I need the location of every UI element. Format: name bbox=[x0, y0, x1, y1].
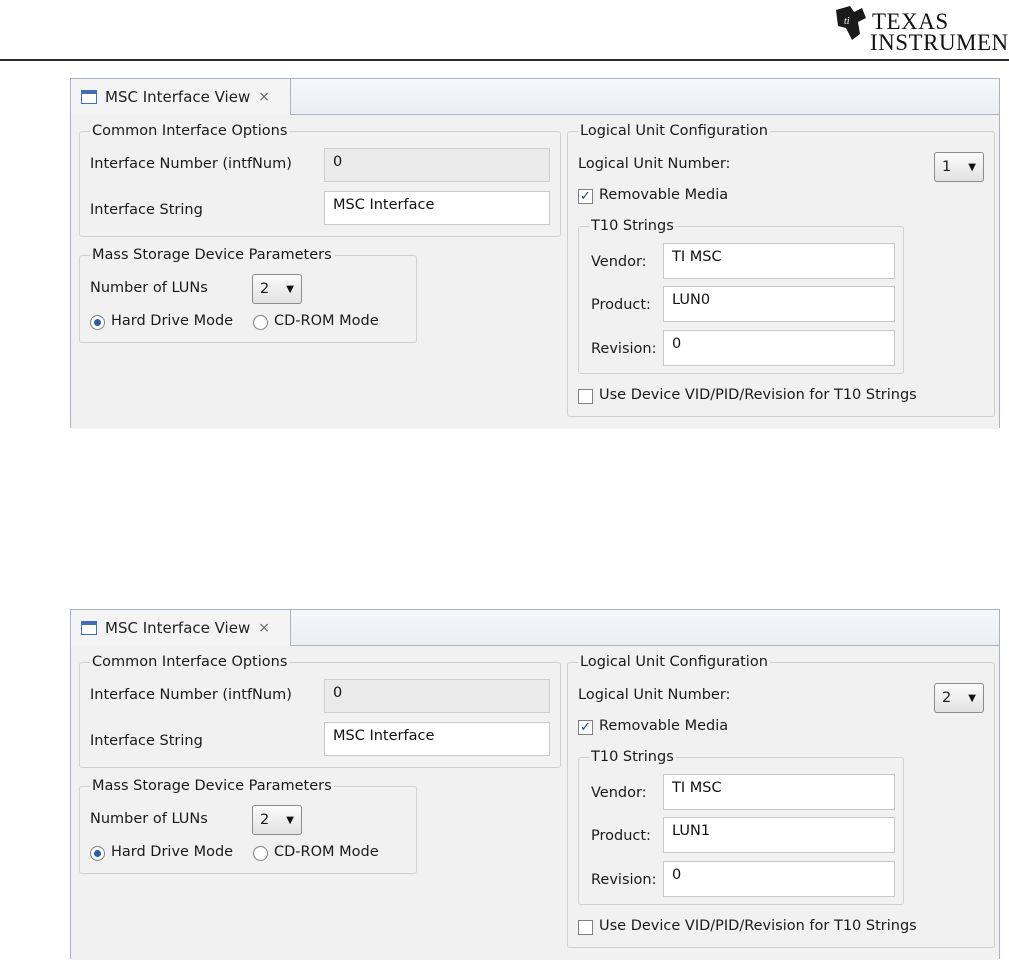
intf-num-label: Interface Number (intfNum) bbox=[90, 687, 292, 703]
group-title: T10 Strings bbox=[589, 747, 676, 767]
chevron-down-icon: ▼ bbox=[968, 692, 976, 704]
hard-drive-label: Hard Drive Mode bbox=[111, 313, 234, 329]
cdrom-radio[interactable] bbox=[253, 315, 268, 330]
removable-media-label: Removable Media bbox=[599, 187, 729, 203]
view-icon bbox=[81, 621, 97, 635]
revision-label: Revision: bbox=[591, 341, 657, 357]
lun-label: Logical Unit Number: bbox=[578, 687, 731, 703]
removable-media-checkbox[interactable]: ✓ bbox=[578, 720, 593, 735]
intf-num-label: Interface Number (intfNum) bbox=[90, 156, 292, 172]
tab-strip: MSC Interface View ⨯ bbox=[71, 610, 999, 646]
hard-drive-radio[interactable] bbox=[90, 846, 105, 861]
svg-text:ti: ti bbox=[844, 16, 850, 27]
common-interface-options-group: Common Interface Options Interface Numbe… bbox=[79, 652, 561, 768]
group-title: Logical Unit Configuration bbox=[578, 652, 770, 672]
lun-value: 2 bbox=[942, 690, 952, 706]
group-title: Mass Storage Device Parameters bbox=[90, 776, 334, 796]
use-vid-checkbox[interactable] bbox=[578, 389, 593, 404]
revision-label: Revision: bbox=[591, 872, 657, 888]
tab-label: MSC Interface View bbox=[105, 88, 251, 106]
product-input[interactable]: LUN1 bbox=[663, 817, 895, 853]
lun-select[interactable]: 2 ▼ bbox=[934, 683, 984, 713]
lun-select[interactable]: 1 ▼ bbox=[934, 152, 984, 182]
intf-string-input[interactable]: MSC Interface bbox=[324, 722, 550, 756]
close-icon[interactable]: ⨯ bbox=[258, 621, 270, 635]
luns-label: Number of LUNs bbox=[90, 280, 208, 296]
vendor-label: Vendor: bbox=[591, 785, 647, 801]
revision-input[interactable]: 0 bbox=[663, 861, 895, 897]
lun-value: 1 bbox=[942, 159, 952, 175]
ti-logo: ti TEXAS INSTRUMENTS bbox=[832, 4, 1009, 54]
luns-value: 2 bbox=[260, 281, 270, 297]
logical-unit-configuration-group: Logical Unit Configuration Logical Unit … bbox=[567, 121, 995, 417]
group-title: Mass Storage Device Parameters bbox=[90, 245, 334, 265]
group-title: Common Interface Options bbox=[90, 121, 290, 141]
luns-value: 2 bbox=[260, 812, 270, 828]
panel-body: Common Interface Options Interface Numbe… bbox=[71, 646, 999, 960]
mass-storage-device-parameters-group: Mass Storage Device Parameters Number of… bbox=[79, 776, 417, 874]
group-title: T10 Strings bbox=[589, 216, 676, 236]
view-icon bbox=[81, 90, 97, 104]
vendor-input[interactable]: TI MSC bbox=[663, 243, 895, 279]
chevron-down-icon: ▼ bbox=[286, 283, 294, 295]
intf-string-label: Interface String bbox=[90, 733, 203, 749]
use-vid-label: Use Device VID/PID/Revision for T10 Stri… bbox=[599, 918, 917, 934]
tab-label: MSC Interface View bbox=[105, 619, 251, 637]
vendor-label: Vendor: bbox=[591, 254, 647, 270]
ti-logo-text: TEXAS INSTRUMENTS bbox=[870, 10, 1009, 54]
header-rule bbox=[0, 59, 1009, 61]
logical-unit-configuration-group: Logical Unit Configuration Logical Unit … bbox=[567, 652, 995, 948]
intf-string-label: Interface String bbox=[90, 202, 203, 218]
product-label: Product: bbox=[591, 297, 651, 313]
t10-strings-group: T10 Strings Vendor: TI MSC Product: LUN0… bbox=[578, 216, 904, 374]
use-vid-label: Use Device VID/PID/Revision for T10 Stri… bbox=[599, 387, 917, 403]
removable-media-label: Removable Media bbox=[599, 718, 729, 734]
tab-msc-interface-view[interactable]: MSC Interface View ⨯ bbox=[71, 610, 291, 646]
intf-string-input[interactable]: MSC Interface bbox=[324, 191, 550, 225]
cdrom-label: CD-ROM Mode bbox=[274, 844, 379, 860]
luns-label: Number of LUNs bbox=[90, 811, 208, 827]
panel-body: Common Interface Options Interface Numbe… bbox=[71, 115, 999, 429]
intf-num-field: 0 bbox=[324, 679, 550, 713]
chevron-down-icon: ▼ bbox=[968, 161, 976, 173]
revision-input[interactable]: 0 bbox=[663, 330, 895, 366]
hard-drive-radio[interactable] bbox=[90, 315, 105, 330]
t10-strings-group: T10 Strings Vendor: TI MSC Product: LUN1… bbox=[578, 747, 904, 905]
hard-drive-label: Hard Drive Mode bbox=[111, 844, 234, 860]
tab-msc-interface-view[interactable]: MSC Interface View ⨯ bbox=[71, 79, 291, 115]
cdrom-radio[interactable] bbox=[253, 846, 268, 861]
lun-label: Logical Unit Number: bbox=[578, 156, 731, 172]
luns-select[interactable]: 2 ▼ bbox=[252, 805, 302, 835]
product-label: Product: bbox=[591, 828, 651, 844]
vendor-input[interactable]: TI MSC bbox=[663, 774, 895, 810]
ti-logo-icon: ti bbox=[836, 6, 866, 40]
msc-interface-panel-1: MSC Interface View ⨯ Common Interface Op… bbox=[70, 78, 1000, 429]
luns-select[interactable]: 2 ▼ bbox=[252, 274, 302, 304]
close-icon[interactable]: ⨯ bbox=[258, 90, 270, 104]
chevron-down-icon: ▼ bbox=[286, 814, 294, 826]
cdrom-label: CD-ROM Mode bbox=[274, 313, 379, 329]
msc-interface-panel-2: MSC Interface View ⨯ Common Interface Op… bbox=[70, 609, 1000, 960]
use-vid-checkbox[interactable] bbox=[578, 920, 593, 935]
group-title: Logical Unit Configuration bbox=[578, 121, 770, 141]
tab-strip: MSC Interface View ⨯ bbox=[71, 79, 999, 115]
removable-media-checkbox[interactable]: ✓ bbox=[578, 189, 593, 204]
check-icon: ✓ bbox=[580, 720, 591, 735]
intf-num-field: 0 bbox=[324, 148, 550, 182]
logo-line2: INSTRUMENTS bbox=[870, 30, 1009, 55]
check-icon: ✓ bbox=[580, 189, 591, 204]
product-input[interactable]: LUN0 bbox=[663, 286, 895, 322]
mass-storage-device-parameters-group: Mass Storage Device Parameters Number of… bbox=[79, 245, 417, 343]
common-interface-options-group: Common Interface Options Interface Numbe… bbox=[79, 121, 561, 237]
group-title: Common Interface Options bbox=[90, 652, 290, 672]
